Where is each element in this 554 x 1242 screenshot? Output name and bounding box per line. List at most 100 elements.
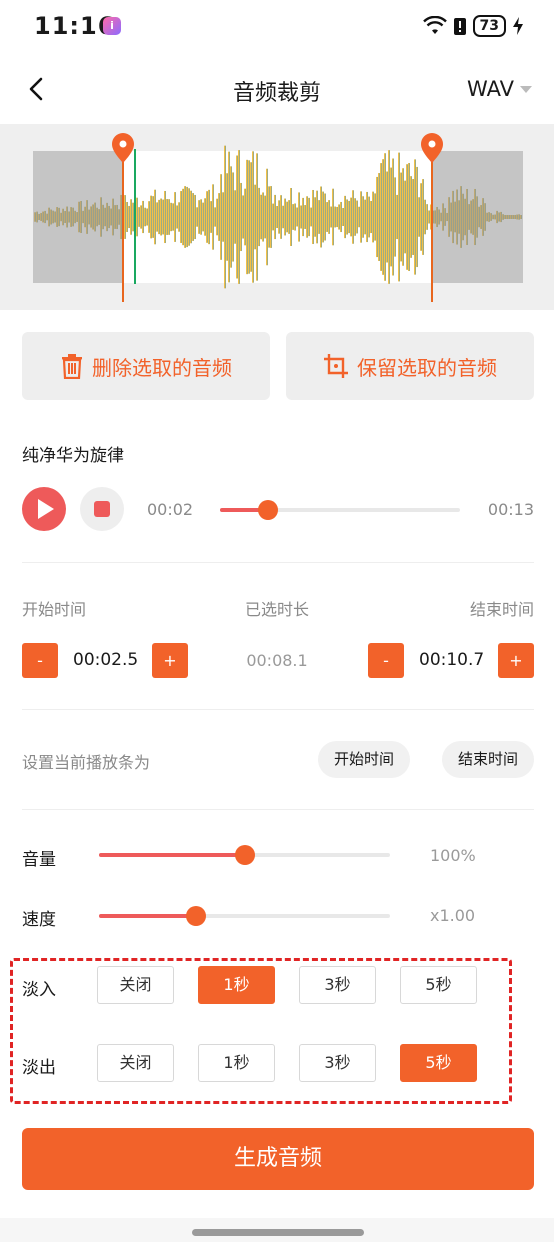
waveform-bar <box>342 207 344 227</box>
waveform-bar <box>252 151 254 283</box>
speed-value: x1.00 <box>430 906 476 925</box>
fade-in-option-off[interactable]: 关闭 <box>97 966 174 1004</box>
volume-slider-fill <box>99 853 245 857</box>
format-dropdown[interactable]: WAV <box>467 77 532 101</box>
fade-in-option-5s[interactable]: 5秒 <box>400 966 477 1004</box>
fade-in-option-3s[interactable]: 3秒 <box>299 966 376 1004</box>
waveform-bar <box>380 163 382 271</box>
waveform-editor[interactable] <box>0 124 554 310</box>
speed-slider-thumb[interactable] <box>185 906 206 926</box>
unselected-region-left <box>33 151 123 283</box>
waveform-bar <box>256 153 258 281</box>
divider <box>22 809 534 810</box>
waveform-bar <box>354 198 356 236</box>
waveform-bar <box>202 202 204 232</box>
format-value: WAV <box>466 77 514 101</box>
volume-slider[interactable] <box>99 845 390 865</box>
fade-in-option-1s[interactable]: 1秒 <box>198 966 275 1004</box>
waveform-bar <box>326 202 328 232</box>
waveform-bar <box>338 204 340 230</box>
fade-out-option-5s[interactable]: 5秒 <box>400 1044 477 1082</box>
waveform-bar <box>132 202 134 232</box>
waveform-bar <box>344 195 346 239</box>
home-indicator[interactable] <box>192 1229 364 1236</box>
waveform-bar <box>280 195 282 239</box>
waveform-bar <box>370 200 372 234</box>
waveform-bar <box>262 192 264 242</box>
waveform-bar <box>358 206 360 228</box>
volume-label: 音量 <box>22 850 56 870</box>
generate-audio-button[interactable]: 生成音频 <box>22 1128 534 1190</box>
waveform-bar <box>218 193 220 241</box>
waveform-bar <box>320 186 322 248</box>
keep-selection-button[interactable]: 保留选取的音频 <box>286 332 534 400</box>
waveform-bar <box>346 199 348 235</box>
waveform-bar <box>294 203 296 231</box>
waveform-bar <box>350 197 352 237</box>
waveform-bar <box>212 184 214 250</box>
waveform-bar <box>182 188 184 246</box>
waveform-bar <box>278 200 280 234</box>
set-start-time-button[interactable]: 开始时间 <box>318 741 410 778</box>
waveform-bar <box>374 193 376 241</box>
play-button[interactable] <box>22 487 66 531</box>
fade-out-option-3s[interactable]: 3秒 <box>299 1044 376 1082</box>
waveform-bar <box>164 190 166 244</box>
waveform-bar <box>154 189 156 245</box>
waveform-bar <box>300 205 302 229</box>
waveform-bar <box>410 176 412 258</box>
playback-slider-thumb[interactable] <box>258 500 278 520</box>
waveform-bar <box>254 184 256 250</box>
waveform-bar <box>418 197 420 237</box>
waveform-bar <box>378 173 380 261</box>
status-bar: 11:16 i 73 <box>0 0 554 54</box>
waveform-bar <box>404 180 406 254</box>
waveform-bar <box>310 207 312 227</box>
waveform-bar <box>246 159 248 275</box>
waveform-bar <box>314 197 316 237</box>
charging-icon <box>513 17 523 35</box>
waveform-bar <box>396 194 398 240</box>
fade-out-option-1s[interactable]: 1秒 <box>198 1044 275 1082</box>
waveform-bar <box>266 168 268 266</box>
status-indicators: 73 <box>422 15 524 37</box>
track-name: 纯净华为旋律 <box>22 446 124 466</box>
waveform-bar <box>152 196 154 238</box>
volume-value: 100% <box>430 846 476 865</box>
waveform-bar <box>402 168 404 266</box>
end-time-value: 00:10.7 <box>419 650 485 670</box>
end-time-increment-button[interactable]: + <box>498 643 534 678</box>
fade-out-option-off[interactable]: 关闭 <box>97 1044 174 1082</box>
waveform-bar <box>170 202 172 232</box>
waveform-bar <box>272 203 274 231</box>
waveform-bar <box>138 207 140 227</box>
waveform-bar <box>316 190 318 244</box>
waveform-bar <box>384 153 386 281</box>
waveform-bar <box>144 207 146 227</box>
end-time-decrement-button[interactable]: - <box>368 643 404 678</box>
waveform-bar <box>208 189 210 245</box>
set-end-time-button[interactable]: 结束时间 <box>442 741 534 778</box>
stop-button[interactable] <box>80 487 124 531</box>
waveform-bar <box>260 194 262 240</box>
waveform-bar <box>158 199 160 235</box>
waveform-bar <box>422 179 424 255</box>
volume-slider-thumb[interactable] <box>234 845 255 865</box>
waveform-bar <box>130 199 132 235</box>
waveform-bar <box>168 199 170 235</box>
speed-slider[interactable] <box>99 906 390 926</box>
waveform-bar <box>136 197 138 237</box>
waveform-bar <box>290 188 292 246</box>
waveform-bar <box>352 190 354 244</box>
delete-selection-button[interactable]: 删除选取的音频 <box>22 332 270 400</box>
playback-slider[interactable] <box>220 500 460 520</box>
waveform-bar <box>150 195 152 239</box>
unselected-region-right <box>432 151 523 283</box>
selection-actions: 删除选取的音频 保留选取的音频 <box>22 332 534 400</box>
waveform-bar <box>400 172 402 262</box>
waveform-bar <box>286 201 288 233</box>
waveform-bar <box>240 182 242 252</box>
waveform-bar <box>250 162 252 272</box>
waveform-bar <box>222 192 224 242</box>
waveform-bar <box>334 206 336 228</box>
